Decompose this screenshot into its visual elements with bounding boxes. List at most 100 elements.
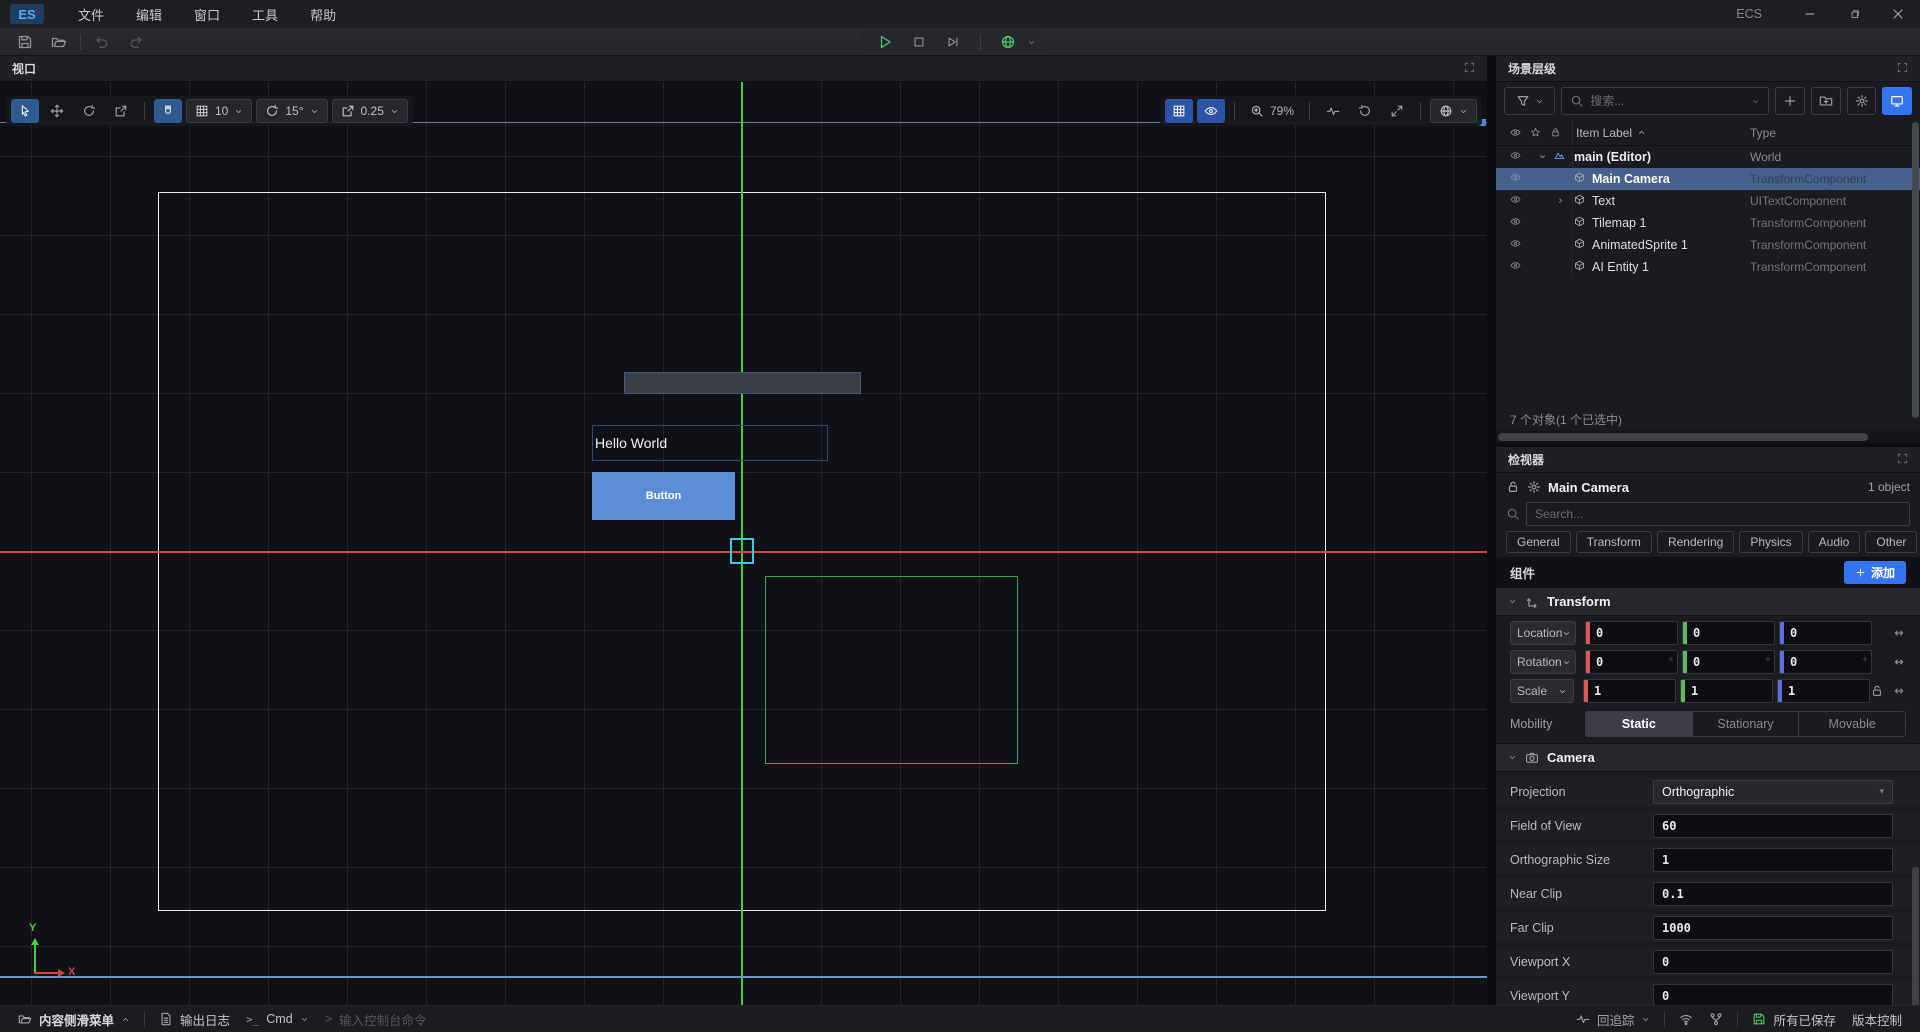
redo-button[interactable] bbox=[123, 30, 149, 54]
eye-icon[interactable] bbox=[1510, 127, 1521, 138]
output-log-button[interactable]: 输出日志 bbox=[151, 1010, 238, 1029]
rotation-x-field[interactable]: 0° bbox=[1585, 650, 1678, 674]
selection-handle-square[interactable] bbox=[730, 538, 754, 564]
location-z-field[interactable]: 0 bbox=[1779, 621, 1872, 645]
ui-text-element[interactable]: Hello World bbox=[592, 425, 828, 461]
select-tool-button[interactable] bbox=[11, 99, 39, 123]
scale-z-field[interactable]: 1 bbox=[1777, 679, 1870, 703]
save-button[interactable] bbox=[12, 30, 38, 54]
add-folder-button[interactable] bbox=[1811, 87, 1841, 115]
step-button[interactable] bbox=[938, 30, 968, 54]
cmd-dropdown[interactable]: >_ Cmd bbox=[238, 1012, 317, 1026]
expander-right-icon[interactable] bbox=[1556, 194, 1565, 208]
menu-help[interactable]: 帮助 bbox=[294, 0, 352, 28]
console-command-input[interactable]: > 输入控制台命令 bbox=[317, 1010, 435, 1029]
camera-section-header[interactable]: Camera bbox=[1496, 743, 1920, 772]
stats-button[interactable] bbox=[1319, 99, 1347, 123]
world-view-dropdown[interactable] bbox=[1430, 99, 1477, 123]
viewport-x-input[interactable]: 0 bbox=[1653, 950, 1893, 974]
tab-rendering[interactable]: Rendering bbox=[1657, 531, 1734, 553]
tab-transform[interactable]: Transform bbox=[1576, 531, 1652, 553]
runtime-view-button[interactable] bbox=[1882, 87, 1912, 115]
grid-visibility-button[interactable] bbox=[1165, 99, 1193, 123]
inspector-search-box[interactable] bbox=[1526, 502, 1910, 526]
inspector-maximize-button[interactable] bbox=[1897, 453, 1908, 467]
world-mode-button[interactable] bbox=[993, 30, 1023, 54]
branch-button[interactable] bbox=[1701, 1012, 1731, 1026]
expander-down-icon[interactable] bbox=[1538, 150, 1547, 164]
chevron-down-icon[interactable] bbox=[1027, 38, 1036, 47]
menu-file[interactable]: 文件 bbox=[62, 0, 120, 28]
content-drawer-button[interactable]: 内容侧滑菜单 bbox=[10, 1010, 138, 1029]
maximize-button[interactable] bbox=[1832, 0, 1876, 28]
gizmo-visibility-button[interactable] bbox=[1197, 99, 1225, 123]
grid-snap-dropdown[interactable]: 10 bbox=[186, 99, 252, 123]
rotation-dropdown[interactable]: Rotation bbox=[1510, 650, 1576, 674]
ui-slider-element[interactable] bbox=[624, 372, 861, 394]
location-x-field[interactable]: 0 bbox=[1585, 621, 1678, 645]
hierarchy-maximize-button[interactable] bbox=[1897, 62, 1908, 76]
transform-section-header[interactable]: Transform bbox=[1496, 587, 1920, 616]
tree-row-main-camera[interactable]: Main Camera TransformComponent bbox=[1496, 168, 1920, 190]
tree-row-tilemap[interactable]: Tilemap 1 TransformComponent bbox=[1496, 212, 1920, 234]
column-type[interactable]: Type bbox=[1750, 126, 1776, 140]
menu-edit[interactable]: 编辑 bbox=[120, 0, 178, 28]
minimize-button[interactable] bbox=[1788, 0, 1832, 28]
scale-snap-dropdown[interactable]: 0.25 bbox=[332, 99, 408, 123]
projection-dropdown[interactable]: Orthographic ▾ bbox=[1653, 780, 1893, 804]
hierarchy-settings-button[interactable] bbox=[1847, 87, 1877, 115]
scale-y-field[interactable]: 1 bbox=[1680, 679, 1773, 703]
reset-view-button[interactable] bbox=[1351, 99, 1379, 123]
unlock-icon[interactable] bbox=[1870, 684, 1884, 698]
mobility-movable[interactable]: Movable bbox=[1799, 712, 1905, 736]
stop-button[interactable] bbox=[904, 30, 934, 54]
star-icon[interactable] bbox=[1530, 127, 1541, 138]
unlock-icon[interactable] bbox=[1506, 480, 1520, 494]
open-button[interactable] bbox=[46, 30, 72, 54]
trace-dropdown[interactable]: 回追踪 bbox=[1568, 1010, 1659, 1029]
hierarchy-search-box[interactable] bbox=[1561, 87, 1769, 115]
visibility-eye-icon[interactable] bbox=[1510, 238, 1521, 252]
gear-icon[interactable] bbox=[1527, 480, 1541, 494]
horizontal-scrollbar[interactable] bbox=[1496, 431, 1920, 443]
scale-dropdown[interactable]: Scale bbox=[1510, 679, 1574, 703]
add-component-button[interactable]: 添加 bbox=[1844, 561, 1906, 584]
app-logo[interactable]: ES bbox=[10, 4, 44, 24]
menu-tools[interactable]: 工具 bbox=[236, 0, 294, 28]
viewport-y-input[interactable]: 0 bbox=[1653, 984, 1893, 1006]
rotation-y-field[interactable]: 0° bbox=[1682, 650, 1775, 674]
inspector-search-input[interactable] bbox=[1535, 507, 1901, 521]
far-clip-input[interactable]: 1000 bbox=[1653, 916, 1893, 940]
mobility-stationary[interactable]: Stationary bbox=[1693, 712, 1800, 736]
fullscreen-button[interactable] bbox=[1383, 99, 1411, 123]
menu-window[interactable]: 窗口 bbox=[178, 0, 236, 28]
tab-general[interactable]: General bbox=[1506, 531, 1571, 553]
play-button[interactable] bbox=[870, 30, 900, 54]
close-button[interactable] bbox=[1876, 0, 1920, 28]
undo-button[interactable] bbox=[89, 30, 115, 54]
rotate-tool-button[interactable] bbox=[75, 99, 103, 123]
tab-audio[interactable]: Audio bbox=[1808, 531, 1861, 553]
visibility-eye-icon[interactable] bbox=[1510, 260, 1521, 274]
row-label[interactable]: Main Camera bbox=[1592, 172, 1670, 186]
link-axes-icon[interactable] bbox=[1892, 655, 1906, 669]
tree-row-animatedsprite[interactable]: AnimatedSprite 1 TransformComponent bbox=[1496, 234, 1920, 256]
row-label[interactable]: AnimatedSprite 1 bbox=[1592, 238, 1688, 252]
tree-row-ai-entity[interactable]: AI Entity 1 TransformComponent bbox=[1496, 256, 1920, 278]
scale-x-field[interactable]: 1 bbox=[1583, 679, 1676, 703]
near-clip-input[interactable]: 0.1 bbox=[1653, 882, 1893, 906]
visibility-eye-icon[interactable] bbox=[1510, 194, 1521, 208]
tab-other[interactable]: Other bbox=[1865, 531, 1917, 553]
tab-physics[interactable]: Physics bbox=[1739, 531, 1802, 553]
location-dropdown[interactable]: Location bbox=[1510, 621, 1576, 645]
hierarchy-search-input[interactable] bbox=[1590, 94, 1745, 108]
row-label[interactable]: Text bbox=[1592, 194, 1615, 208]
filter-button[interactable] bbox=[1504, 87, 1555, 115]
location-y-field[interactable]: 0 bbox=[1682, 621, 1775, 645]
viewport-maximize-button[interactable] bbox=[1464, 62, 1475, 76]
zoom-control[interactable]: 79% bbox=[1244, 104, 1300, 118]
panel-splitter[interactable] bbox=[1487, 56, 1496, 1005]
row-label[interactable]: main (Editor) bbox=[1574, 150, 1651, 164]
rotation-z-field[interactable]: 0° bbox=[1779, 650, 1872, 674]
ui-button-element[interactable]: Button bbox=[592, 472, 735, 520]
